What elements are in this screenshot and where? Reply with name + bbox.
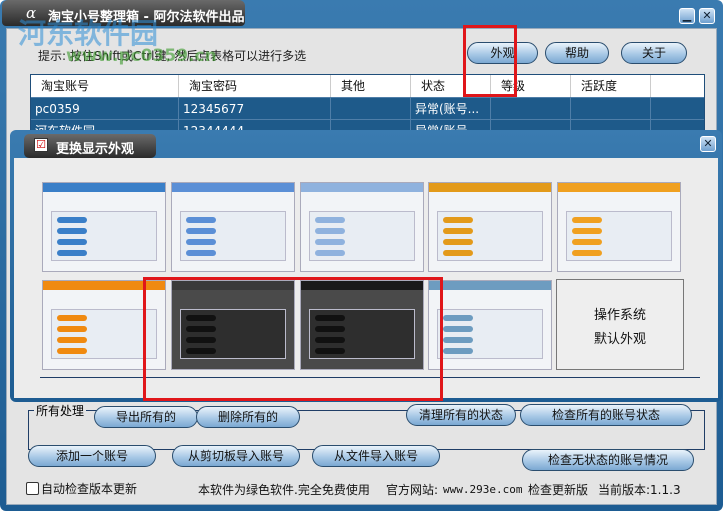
cell-status: 异常(账号... — [411, 98, 491, 119]
theme-orange-1[interactable] — [428, 182, 552, 272]
export-all-button[interactable]: 导出所有的 — [94, 406, 198, 428]
theme-sample-button — [443, 239, 473, 245]
theme-sample-button — [57, 250, 87, 256]
theme-titlebar — [429, 183, 551, 192]
theme-sample-button — [57, 348, 87, 354]
col-account[interactable]: 淘宝账号 — [31, 75, 179, 97]
theme-sample-button — [57, 337, 87, 343]
import-clipboard-button[interactable]: 从剪切板导入账号 — [172, 445, 300, 467]
theme-sample-button — [572, 217, 602, 223]
theme-titlebar — [172, 183, 294, 192]
table-header: 淘宝账号 淘宝密码 其他 状态 等级 活跃度 — [31, 75, 704, 97]
accounts-table[interactable]: 淘宝账号 淘宝密码 其他 状态 等级 活跃度 pc0359 12345677 异… — [30, 74, 705, 134]
auto-check-checkbox[interactable] — [26, 482, 39, 495]
close-button[interactable]: ✕ — [699, 8, 715, 24]
cell-level — [491, 98, 571, 119]
highlight-appearance-button — [463, 25, 517, 97]
cell-activity — [571, 98, 651, 119]
theme-sample-button — [443, 337, 473, 343]
import-file-button[interactable]: 从文件导入账号 — [312, 445, 440, 467]
checkbox-icon: ☑ — [34, 138, 48, 152]
cell-other — [331, 98, 411, 119]
theme-system-default[interactable]: 操作系统 默认外观 — [556, 279, 684, 370]
clear-status-button[interactable]: 清理所有的状态 — [406, 404, 516, 426]
theme-sample-button — [57, 239, 87, 245]
theme-sample-button — [186, 239, 216, 245]
delete-all-button[interactable]: 删除所有的 — [196, 406, 300, 428]
check-all-status-button[interactable]: 检查所有的账号状态 — [520, 404, 692, 426]
theme-titlebar — [301, 183, 423, 192]
theme-orange-2[interactable] — [557, 182, 681, 272]
theme-sample-button — [57, 326, 87, 332]
auto-check-label: 自动检查版本更新 — [41, 482, 138, 496]
theme-sample-button — [443, 217, 473, 223]
theme-sample-button — [315, 239, 345, 245]
theme-sample-button — [443, 250, 473, 256]
table-row[interactable]: pc0359 12345677 异常(账号... — [31, 97, 704, 119]
cell-account: pc0359 — [31, 98, 179, 119]
theme-sample-button — [572, 250, 602, 256]
dialog-close-button[interactable]: ✕ — [700, 136, 716, 152]
theme-sample-button — [572, 239, 602, 245]
check-update-link[interactable]: 检查更新版 — [528, 481, 588, 498]
about-button[interactable]: 关于 — [621, 42, 687, 64]
col-other[interactable]: 其他 — [331, 75, 411, 97]
theme-sample-button — [315, 250, 345, 256]
free-notice: 本软件为绿色软件.完全免费使用 — [198, 483, 370, 497]
theme-sample-button — [443, 315, 473, 321]
theme-light-blue[interactable] — [300, 182, 424, 272]
theme-sample-button — [315, 217, 345, 223]
theme-sample-button — [186, 228, 216, 234]
col-activity[interactable]: 活跃度 — [571, 75, 651, 97]
help-button[interactable]: 帮助 — [545, 42, 609, 64]
theme-blue-2[interactable] — [171, 182, 295, 272]
theme-sample-button — [443, 348, 473, 354]
cell-password: 12345677 — [179, 98, 331, 119]
dialog-title: 更换显示外观 — [56, 142, 135, 157]
theme-steel[interactable] — [428, 280, 552, 370]
auto-check-update[interactable]: 自动检查版本更新 — [26, 480, 137, 497]
check-no-status-button[interactable]: 检查无状态的账号情况 — [522, 449, 694, 471]
theme-sample-button — [186, 250, 216, 256]
group-label: 所有处理 — [34, 402, 87, 419]
highlight-dark-themes — [143, 277, 443, 401]
theme-titlebar — [558, 183, 680, 192]
add-account-button[interactable]: 添加一个账号 — [28, 445, 156, 467]
col-password[interactable]: 淘宝密码 — [179, 75, 331, 97]
dialog-title-tab: ☑ 更换显示外观 — [24, 134, 156, 158]
version-text: 当前版本:1.1.3 — [598, 483, 681, 497]
theme-sample-button — [572, 228, 602, 234]
theme-titlebar — [43, 183, 165, 192]
theme-sample-button — [315, 228, 345, 234]
theme-sample-button — [443, 228, 473, 234]
theme-sample-button — [57, 217, 87, 223]
theme-sample-button — [443, 326, 473, 332]
site-link[interactable]: www.293e.com — [443, 483, 522, 496]
system-default-line2: 默认外观 — [593, 332, 646, 347]
theme-sample-button — [57, 315, 87, 321]
site-label: 官方网站: — [386, 483, 439, 497]
theme-sample-button — [186, 217, 216, 223]
theme-blue-1[interactable] — [42, 182, 166, 272]
system-default-line1: 操作系统 — [593, 308, 646, 323]
theme-sample-button — [57, 228, 87, 234]
watermark-url: www.pc0359.cn — [66, 46, 217, 66]
theme-titlebar — [429, 281, 551, 290]
minimize-button[interactable]: ▁ — [679, 8, 695, 24]
